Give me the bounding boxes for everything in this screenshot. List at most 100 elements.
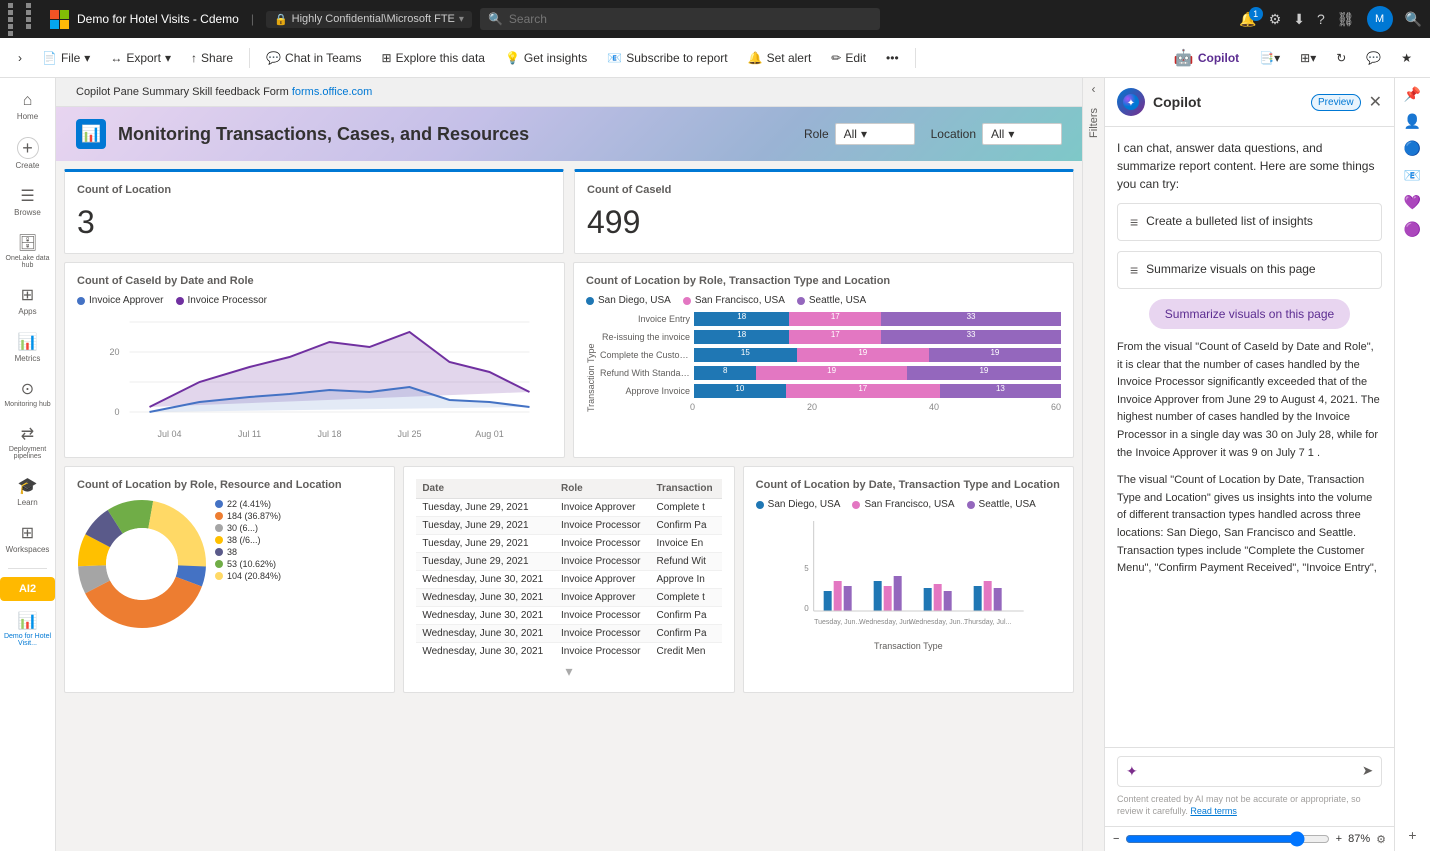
search-input[interactable] (509, 12, 872, 26)
edit-button[interactable]: ✏ Edit (823, 47, 874, 69)
sidebar-item-metrics[interactable]: 📊 Metrics (0, 326, 55, 369)
collapse-sidebar-btn[interactable]: › (10, 47, 30, 69)
location-filter-select[interactable]: All ▾ (982, 123, 1062, 145)
notification-icon[interactable]: 🔔 1 (1239, 11, 1256, 28)
table-scroll-indicator: ▾ (416, 663, 721, 680)
sidebar-item-home[interactable]: ⌂ Home (0, 86, 55, 127)
workspaces-icon: ⊞ (21, 523, 34, 543)
table-row: Tuesday, June 29, 2021Invoice ApproverCo… (416, 499, 721, 517)
summarize-visuals-button[interactable]: Summarize visuals on this page (1149, 299, 1350, 329)
sidebar-item-create[interactable]: + Create (0, 131, 55, 176)
copilot-toolbar-button[interactable]: 🤖 Copilot (1166, 44, 1247, 72)
view-icon[interactable]: ⊞▾ (1292, 47, 1324, 69)
kpi-count-caseid: Count of CaseId 499 (574, 169, 1074, 254)
bar-row-2: Complete the Custom... 15 19 19 (600, 348, 1061, 362)
share-button[interactable]: ↑ Share (183, 47, 241, 69)
onelake-icon: 🗄 (17, 233, 37, 253)
chevron-down-icon: ▾ (84, 51, 90, 65)
export-button[interactable]: ↔ Export ▾ (102, 47, 179, 69)
donut-area: 22 (4.41%) 184 (36.87%) 30 (6...) (77, 499, 382, 629)
left-sidebar: ⌂ Home + Create ☰ Browse 🗄 OneLake data … (0, 78, 56, 851)
sidebar-item-onelake[interactable]: 🗄 OneLake data hub (0, 227, 55, 275)
comment-btn[interactable]: 💬 (1358, 47, 1389, 69)
chat-teams-button[interactable]: 💬 Chat in Teams (258, 47, 369, 69)
lock-icon: 🔒 (274, 13, 288, 26)
sidebar-item-monitoring[interactable]: ⊙ Monitoring hub (0, 373, 55, 414)
refresh-btn[interactable]: ↻ (1328, 47, 1354, 69)
send-button[interactable]: ➤ (1362, 763, 1373, 779)
sidebar-item-browse[interactable]: ☰ Browse (0, 180, 55, 223)
sidebar-item-workspaces[interactable]: ⊞ Workspaces (0, 517, 55, 560)
copilot-disclaimer: Content created by AI may not be accurat… (1117, 793, 1382, 818)
donut-legend-3: 38 (/6...) (215, 535, 382, 545)
bottom-row: Count of Location by Role, Resource and … (64, 466, 1074, 693)
more-options-button[interactable]: ••• (878, 47, 907, 69)
settings-bottom-icon[interactable]: ⚙ (1376, 833, 1386, 846)
favorite-btn[interactable]: ★ (1393, 47, 1420, 69)
read-terms-link[interactable]: Read terms (1190, 806, 1237, 816)
zoom-bar: − + 87% ⚙ (1105, 826, 1394, 851)
table-scroll[interactable]: Date Role Transaction Tuesday, June 29, … (416, 479, 721, 659)
rms-icon-3[interactable]: 📧 (1404, 167, 1421, 184)
count-location-label: Count of Location (77, 184, 551, 196)
search-topbar-icon[interactable]: 🔍 (1405, 11, 1422, 28)
bar-rows: Invoice Entry 18 17 33 Re-issuing the in… (600, 312, 1061, 412)
line-chart-legend: Invoice Approver Invoice Processor (77, 295, 552, 306)
sidebar-item-ai2[interactable]: AI2 (0, 577, 55, 601)
page-title: Monitoring Transactions, Cases, and Reso… (118, 124, 792, 145)
help-icon[interactable]: ? (1317, 11, 1325, 27)
learn-icon: 🎓 (18, 476, 38, 496)
monitoring-icon: ⊙ (21, 379, 34, 399)
legend-approver: Invoice Approver (77, 295, 164, 306)
alert-button[interactable]: 🔔 Set alert (740, 47, 820, 69)
subscribe-icon: 📧 (607, 51, 622, 65)
sidebar-item-deployment[interactable]: ⇄ Deployment pipelines (0, 418, 55, 466)
settings-icon[interactable]: ⚙ (1269, 11, 1282, 28)
download-icon[interactable]: ⬇ (1293, 11, 1305, 28)
bbc-legend-2: Seattle, USA (967, 499, 1036, 510)
bbc-legend-0: San Diego, USA (756, 499, 841, 510)
copilot-input[interactable] (1144, 764, 1356, 778)
collapse-filters-btn[interactable]: ‹ (1088, 78, 1100, 100)
transactions-table: Date Role Transaction Tuesday, June 29, … (416, 479, 721, 659)
copilot-panel: ✦ Copilot Preview ✕ I can chat, answer d… (1104, 78, 1394, 851)
legend-dot-processor (176, 297, 184, 305)
get-insights-button[interactable]: 💡 Get insights (497, 47, 595, 69)
rms-icon-0[interactable]: 📌 (1404, 86, 1421, 103)
rms-icon-2[interactable]: 🔵 (1404, 140, 1421, 157)
count-caseid-value: 499 (587, 204, 1061, 241)
legend-processor: Invoice Processor (176, 295, 267, 306)
right-mini-sidebar: 📌 👤 🔵 📧 💜 🟣 + (1394, 78, 1430, 851)
copilot-suggestion-1[interactable]: ≡ Create a bulleted list of insights (1117, 203, 1382, 241)
rms-icon-5[interactable]: 🟣 (1404, 221, 1421, 238)
deployment-icon: ⇄ (21, 424, 34, 444)
explore-data-button[interactable]: ⊞ Explore this data (374, 47, 493, 69)
rms-icon-1[interactable]: 👤 (1404, 113, 1421, 130)
avatar[interactable]: M (1367, 6, 1393, 32)
role-filter-select[interactable]: All ▾ (835, 123, 915, 145)
file-button[interactable]: 📄 File ▾ (34, 47, 98, 69)
grid-menu-icon[interactable] (8, 3, 42, 36)
share-icon[interactable]: ⛓ (1337, 11, 1355, 28)
bookmark-icon[interactable]: 📑▾ (1251, 47, 1288, 69)
sidebar-item-learn[interactable]: 🎓 Learn (0, 470, 55, 513)
legend-sanfrancisco: San Francisco, USA (683, 295, 785, 306)
rms-icon-4[interactable]: 💜 (1404, 194, 1421, 211)
copilot-suggestion-2[interactable]: ≡ Summarize visuals on this page (1117, 251, 1382, 289)
subscribe-button[interactable]: 📧 Subscribe to report (599, 47, 735, 69)
copilot-close-button[interactable]: ✕ (1369, 92, 1382, 112)
search-bar[interactable]: 🔍 (480, 8, 880, 30)
x-axis-label: Transaction Type (756, 641, 1061, 651)
zoom-level: 87% (1348, 833, 1370, 845)
teams-icon: 💬 (266, 51, 281, 65)
zoom-slider[interactable] (1125, 831, 1329, 847)
table-row: Tuesday, June 29, 2021Invoice ProcessorC… (416, 517, 721, 535)
chevron-down-icon: ▾ (1008, 127, 1014, 141)
sidebar-item-demo[interactable]: 📊 Demo for Hotel Visit... (0, 605, 55, 653)
feedback-link[interactable]: forms.office.com (292, 86, 373, 98)
sidebar-item-apps[interactable]: ⊞ Apps (0, 279, 55, 322)
kpi-row: Count of Location 3 Count of CaseId 499 (64, 169, 1074, 254)
svg-text:Jul 04: Jul 04 (157, 429, 181, 439)
rms-icon-6[interactable]: + (1408, 827, 1416, 843)
copilot-section: ✦ Copilot Preview ✕ I can chat, answer d… (1104, 78, 1430, 851)
